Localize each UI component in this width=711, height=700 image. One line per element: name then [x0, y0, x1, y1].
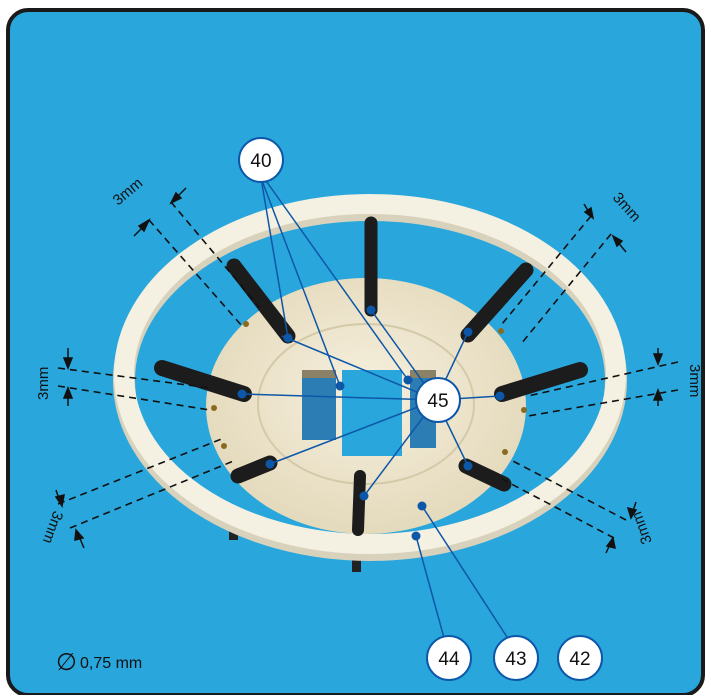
callout-44-label: 44: [438, 649, 460, 670]
callout-42: 42: [557, 635, 603, 681]
diagram-svg: 3mm 3mm 3mm 3mm 3mm 3mm 40 45 44 43 42 ∅…: [6, 8, 705, 697]
callout-45: 45: [415, 377, 461, 423]
diameter-symbol: ∅: [56, 649, 77, 676]
callout-42-label: 42: [569, 649, 590, 670]
dim-label-right-mid: 3mm: [686, 364, 703, 397]
base-opening-left: [302, 370, 336, 440]
callout-40-label: 40: [250, 151, 271, 172]
callout-43-label: 43: [505, 649, 526, 670]
diagram-panel: 3mm 3mm 3mm 3mm 3mm 3mm 40 45 44 43 42 ∅…: [6, 8, 705, 697]
callout-45-label: 45: [427, 391, 448, 412]
callout-43: 43: [493, 635, 539, 681]
dim-label-left-mid: 3mm: [35, 367, 52, 400]
callout-44: 44: [426, 635, 472, 681]
diameter-value: 0,75 mm: [80, 655, 142, 672]
callout-40: 40: [238, 137, 284, 183]
